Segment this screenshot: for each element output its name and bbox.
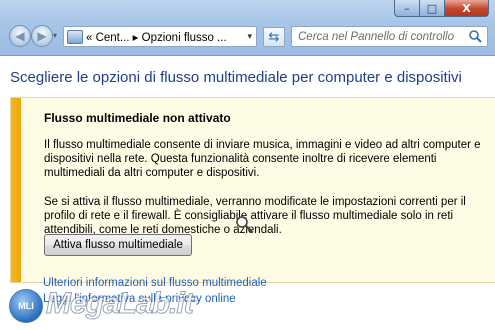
address-bar[interactable]: « Cent... ▸ Opzioni flusso ... ▾ xyxy=(63,26,257,47)
minimize-button[interactable]: – xyxy=(394,0,420,17)
control-panel-icon xyxy=(67,29,83,44)
info-panel: Flusso multimediale non attivato Il flus… xyxy=(10,97,495,283)
page-title: Scegliere le opzioni di flusso multimedi… xyxy=(10,69,462,86)
watermark-text: MegaLab.it xyxy=(46,287,195,321)
watermark-badge: MLI xyxy=(9,289,43,323)
recent-pages-chevron-icon[interactable]: ▾ xyxy=(53,31,61,41)
close-button[interactable]: X xyxy=(445,0,489,17)
address-dropdown-icon[interactable]: ▾ xyxy=(247,31,252,42)
panel-paragraph-warning: Se si attiva il flusso multimediale, ver… xyxy=(44,196,466,236)
search-input[interactable]: Cerca nel Pannello di controllo xyxy=(298,31,454,43)
back-arrow-icon: ◀ xyxy=(15,29,25,43)
magnifier-cursor-icon xyxy=(236,216,253,233)
search-icon[interactable] xyxy=(468,29,483,44)
forward-button[interactable]: ▶ xyxy=(31,25,53,47)
address-breadcrumb[interactable]: « Cent... ▸ Opzioni flusso ... xyxy=(86,30,227,44)
maximize-button[interactable]: □ xyxy=(420,0,445,17)
refresh-icon: ⇆ xyxy=(268,29,280,45)
watermark-logo: MLI MegaLab.it xyxy=(0,283,194,330)
panel-title: Flusso multimediale non attivato xyxy=(44,111,231,125)
refresh-button[interactable]: ⇆ xyxy=(263,27,285,47)
enable-media-streaming-button[interactable]: Attiva flusso multimediale xyxy=(44,234,192,256)
panel-paragraph-intro: Il flusso multimediale consente di invia… xyxy=(44,139,481,179)
panel-accent-bar xyxy=(11,98,21,282)
window-controls: – □ X xyxy=(394,0,489,17)
window-chrome: – □ X ◀ ▶ ▾ « Cent... ▸ Opzioni flusso .… xyxy=(0,0,495,56)
forward-arrow-icon: ▶ xyxy=(37,29,47,43)
search-box[interactable]: Cerca nel Pannello di controllo xyxy=(291,26,488,47)
back-button[interactable]: ◀ xyxy=(9,25,31,47)
